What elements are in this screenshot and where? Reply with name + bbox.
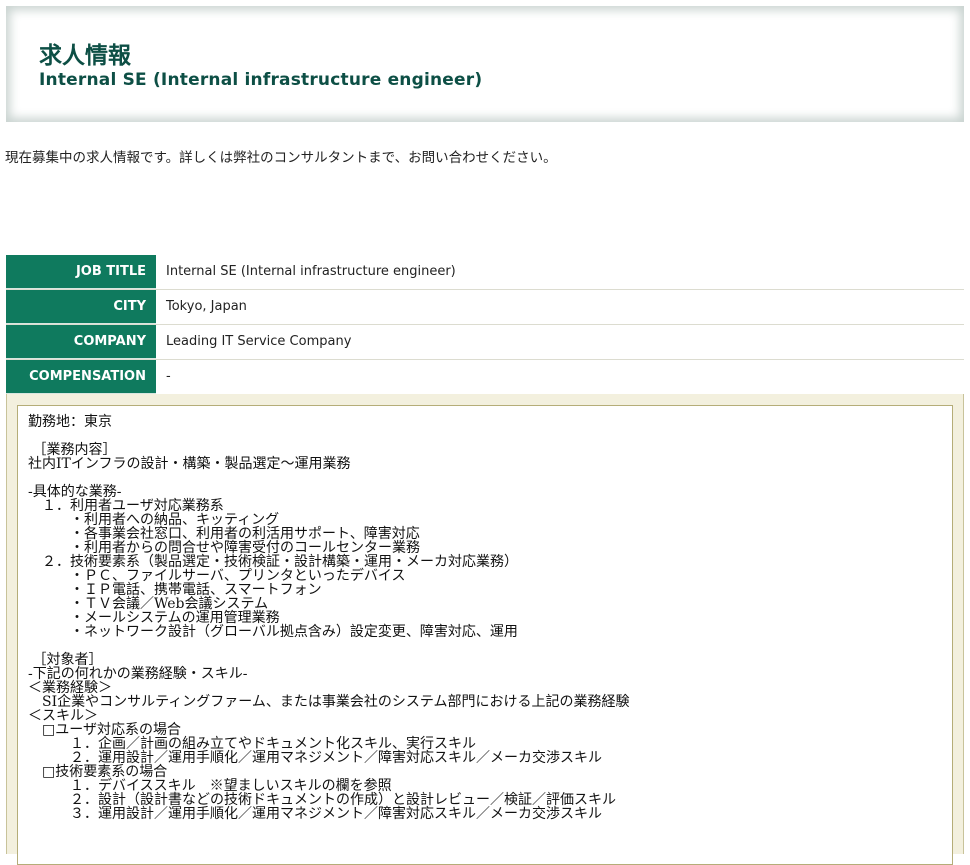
description-line: ・ＰＣ、ファイルサーバ、プリンタといったデバイス [28, 568, 406, 584]
description-line: ＜スキル＞ [28, 708, 98, 724]
page-title: 求人情報 [39, 43, 131, 69]
description-line: □技術要素系の場合 [28, 764, 168, 780]
job-details-table: JOB TITLE Internal SE (Internal infrastr… [6, 255, 964, 395]
detail-value: - [156, 360, 964, 394]
description-line: ２．設計（設計書などの技術ドキュメントの作成）と設計レビュー／検証／評価スキル [28, 792, 616, 808]
description-line [28, 639, 952, 653]
detail-label: COMPANY [6, 325, 156, 359]
description-line: 勤務地：東京 [28, 414, 112, 430]
description-panel: 勤務地：東京 ［業務内容］ 社内ITインフラの設計・構築・製品選定～運用業務 -具体… [6, 394, 964, 865]
detail-value: Tokyo, Japan [156, 290, 964, 324]
description-line: ２．運用設計／運用手順化／運用マネジメント／障害対応スキル／メーカ交渉スキル [28, 750, 602, 766]
description-line: 社内ITインフラの設計・構築・製品選定～運用業務 [28, 456, 351, 472]
detail-row-city: CITY Tokyo, Japan [6, 290, 964, 325]
description-line: １．デバイススキル ※望ましいスキルの欄を参照 [28, 778, 392, 794]
description-line: １．企画／計画の組み立てやドキュメント化スキル、実行スキル [28, 736, 476, 752]
description-line: ・利用者からの問合せや障害受付のコールセンター業務 [28, 540, 420, 556]
detail-label: JOB TITLE [6, 255, 156, 289]
page-header: 求人情報 Internal SE (Internal infrastructur… [6, 6, 964, 122]
detail-row-company: COMPANY Leading IT Service Company [6, 325, 964, 360]
job-subtitle: Internal SE (Internal infrastructure eng… [39, 70, 483, 90]
description-line: ・ＩＰ電話、携帯電話、スマートフォン [28, 582, 322, 598]
description-line: ３．運用設計／運用手順化／運用マネジメント／障害対応スキル／メーカ交渉スキル [28, 806, 602, 822]
detail-label: CITY [6, 290, 156, 324]
description-line: ２．技術要素系（製品選定・技術検証・設計構築・運用・メーカ対応業務） [28, 554, 518, 570]
description-line: ［業務内容］ [28, 442, 117, 458]
description-line: １．利用者ユーザ対応業務系 [28, 498, 224, 514]
detail-row-job-title: JOB TITLE Internal SE (Internal infrastr… [6, 255, 964, 290]
description-line: ・利用者への納品、キッティング [28, 512, 280, 528]
detail-value: Leading IT Service Company [156, 325, 964, 359]
description-line: ・メールシステムの運用管理業務 [28, 610, 280, 626]
description-line: ・ＴＶ会議／Web会議システム [28, 596, 269, 612]
detail-row-compensation: COMPENSATION - [6, 360, 964, 395]
description-line: ＜業務経験＞ [28, 680, 112, 696]
description-line: ［対象者］ [28, 652, 103, 668]
detail-value: Internal SE (Internal infrastructure eng… [156, 255, 964, 289]
description-line: □ユーザ対応系の場合 [28, 722, 181, 738]
intro-text: 現在募集中の求人情報です。詳しくは弊社のコンサルタントまで、お問い合わせください… [5, 150, 557, 166]
description-line: -具体的な業務- [28, 484, 122, 500]
description-line: ・各事業会社窓口、利用者の利活用サポート、障害対応 [28, 526, 420, 542]
detail-label: COMPENSATION [6, 360, 156, 394]
description-line [28, 429, 952, 443]
description-line: ・ネットワーク設計（グローバル拠点含み）設定変更、障害対応、運用 [28, 624, 518, 640]
description-line [28, 471, 952, 485]
job-description: 勤務地：東京 ［業務内容］ 社内ITインフラの設計・構築・製品選定～運用業務 -具体… [17, 405, 953, 865]
description-line: -下記の何れかの業務経験・スキル- [28, 666, 248, 682]
description-line: SI企業やコンサルティングファーム、または事業会社のシステム部門における上記の業… [28, 694, 630, 710]
